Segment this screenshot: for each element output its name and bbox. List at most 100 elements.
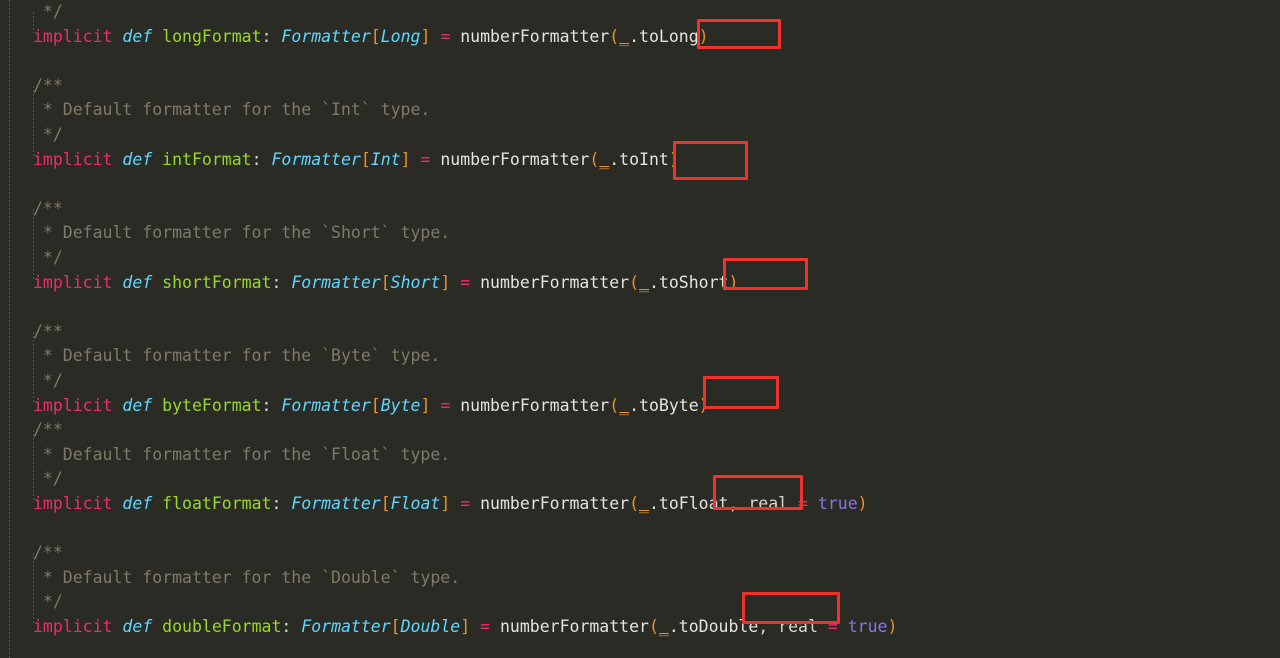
comment-delimiter-open: /** — [33, 198, 63, 218]
operator-assign: = — [827, 616, 838, 636]
comment-delimiter-open: /** — [33, 543, 63, 563]
bracket-close: ] — [460, 616, 471, 636]
declaration-name: intFormat — [162, 149, 252, 169]
code-line-comment-close[interactable]: */ — [0, 369, 1280, 394]
paren-open: ( — [589, 149, 600, 169]
boolean-true: true — [817, 493, 858, 513]
comment-delimiter-close: */ — [33, 469, 63, 489]
comment-delimiter-close: */ — [33, 124, 63, 144]
code-line-comment-open[interactable]: /** — [0, 197, 1280, 222]
bracket-close: ] — [400, 149, 411, 169]
operator-assign: = — [440, 395, 451, 415]
paren-close: ) — [857, 493, 868, 513]
declaration-name: doubleFormat — [162, 616, 282, 636]
paren-open: ( — [609, 26, 620, 46]
keyword-def: def — [122, 26, 153, 46]
code-line-comment-body[interactable]: * Default formatter for the `Byte` type. — [0, 344, 1280, 369]
underscore-placeholder: _ — [599, 149, 610, 169]
type-parameter: Double — [400, 616, 461, 636]
code-line-declaration-floatFormat[interactable]: implicit def floatFormat: Formatter[Floa… — [0, 492, 1280, 517]
operator-assign: = — [460, 493, 471, 513]
code-line-blank[interactable] — [0, 639, 1280, 658]
code-line-blank[interactable] — [0, 172, 1280, 197]
paren-open: ( — [609, 395, 620, 415]
underscore-placeholder: _ — [619, 26, 630, 46]
bracket-open: [ — [380, 493, 391, 513]
type-formatter: Formatter — [301, 616, 391, 636]
comment-delimiter-close: */ — [33, 247, 63, 267]
keyword-def: def — [122, 272, 153, 292]
declaration-name: longFormat — [162, 26, 262, 46]
code-editor-viewport[interactable]: */implicit def longFormat: Formatter[Lon… — [0, 0, 1280, 658]
code-line-comment-open[interactable]: /** — [0, 541, 1280, 566]
type-parameter: Short — [390, 272, 441, 292]
comment-text: * Default formatter for the `Byte` type. — [33, 346, 441, 366]
comment-delimiter-open: /** — [33, 75, 63, 95]
keyword-def: def — [122, 616, 153, 636]
code-line-declaration-doubleFormat[interactable]: implicit def doubleFormat: Formatter[Dou… — [0, 615, 1280, 640]
operator-assign: = — [460, 272, 471, 292]
type-formatter: Formatter — [271, 149, 361, 169]
code-line-declaration-byteFormat[interactable]: implicit def byteFormat: Formatter[Byte]… — [0, 394, 1280, 419]
keyword-def: def — [122, 493, 153, 513]
paren-open: ( — [629, 493, 640, 513]
paren-open: ( — [629, 272, 640, 292]
colon: : — [271, 272, 292, 292]
code-content[interactable]: */implicit def longFormat: Formatter[Lon… — [0, 0, 1280, 658]
operator-assign: = — [420, 149, 431, 169]
code-line-blank[interactable] — [0, 49, 1280, 74]
code-line-comment-body[interactable]: * Default formatter for the `Double` typ… — [0, 566, 1280, 591]
code-line-comment-close[interactable]: */ — [0, 246, 1280, 271]
code-line-blank[interactable] — [0, 516, 1280, 541]
underscore-placeholder: _ — [658, 616, 669, 636]
paren-open: ( — [648, 616, 659, 636]
keyword-implicit: implicit — [33, 272, 113, 292]
bracket-open: [ — [370, 26, 381, 46]
code-line-declaration-longFormat[interactable]: implicit def longFormat: Formatter[Long]… — [0, 25, 1280, 50]
code-line-comment-body[interactable]: * Default formatter for the `Int` type. — [0, 98, 1280, 123]
comment-text: * Default formatter for the `Double` typ… — [33, 567, 461, 587]
code-line-comment-open[interactable]: /** — [0, 320, 1280, 345]
bracket-open: [ — [360, 149, 371, 169]
declaration-name: shortFormat — [162, 272, 272, 292]
code-line-comment-open[interactable]: /** — [0, 74, 1280, 99]
code-line-comment-close[interactable]: */ — [0, 123, 1280, 148]
comment-text: * Default formatter for the `Int` type. — [33, 100, 431, 120]
underscore-placeholder: _ — [639, 493, 649, 513]
comment-text: * Default formatter for the `Short` type… — [33, 223, 451, 243]
code-line-comment-close[interactable]: */ — [0, 467, 1280, 492]
code-line-declaration-shortFormat[interactable]: implicit def shortFormat: Formatter[Shor… — [0, 271, 1280, 296]
code-line-blank[interactable] — [0, 295, 1280, 320]
comment-delimiter-close: */ — [33, 592, 63, 612]
code-line-comment-open[interactable]: /** — [0, 418, 1280, 443]
code-line-comment-close[interactable]: */ — [0, 0, 1280, 25]
code-line-comment-body[interactable]: * Default formatter for the `Short` type… — [0, 221, 1280, 246]
code-line-comment-close[interactable]: */ — [0, 590, 1280, 615]
code-line-declaration-intFormat[interactable]: implicit def intFormat: Formatter[Int] =… — [0, 148, 1280, 173]
bracket-close: ] — [420, 26, 431, 46]
bracket-close: ] — [420, 395, 431, 415]
operator-assign: = — [440, 26, 451, 46]
code-line-comment-body[interactable]: * Default formatter for the `Float` type… — [0, 443, 1280, 468]
bracket-open: [ — [370, 395, 381, 415]
bracket-open: [ — [380, 272, 391, 292]
declaration-name: floatFormat — [162, 493, 272, 513]
